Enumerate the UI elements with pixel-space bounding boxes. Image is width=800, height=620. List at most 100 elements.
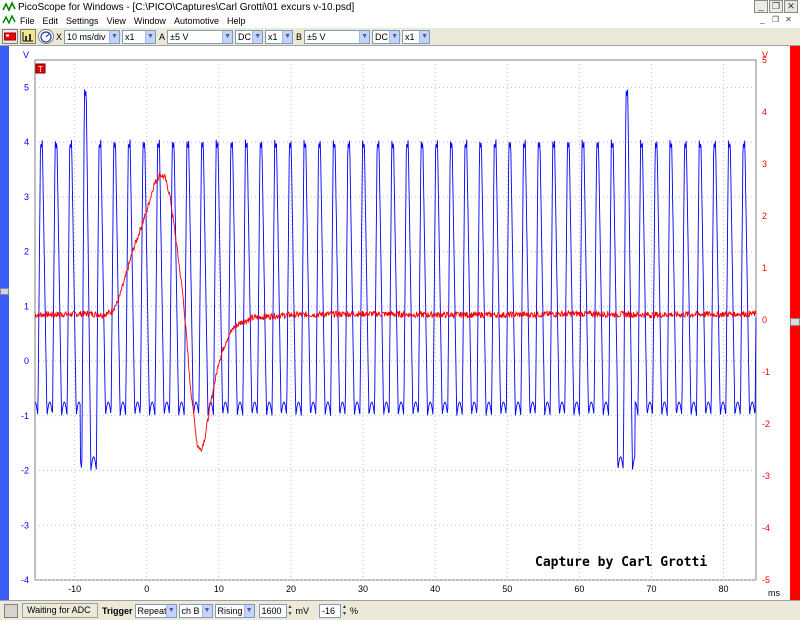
oscilloscope-chart: -10 0 10 20 30 40 50 60 70 80 ms543210-1-2-3-4V 543… <box>21 50 781 598</box>
left-y-tick-label: 3 <box>24 192 29 202</box>
document-wave-icon[interactable] <box>2 15 16 26</box>
x-tick-label: 50 <box>502 584 512 594</box>
channel-a-offset-handle[interactable] <box>0 288 9 295</box>
channel-b-mult-value: x1 <box>405 31 415 42</box>
trigger-edge-select[interactable]: Rising ▼ <box>214 603 255 618</box>
minimize-button[interactable]: _ <box>754 0 768 13</box>
trigger-mode-select[interactable]: Repeat ▼ <box>134 603 177 618</box>
scope-icon <box>4 32 16 41</box>
right-y-tick-label: 2 <box>762 211 767 221</box>
left-y-tick-label: 4 <box>24 137 29 147</box>
restore-button[interactable]: ❐ <box>769 0 783 13</box>
channel-a-coupling-value: DC <box>238 31 252 42</box>
trigger-button[interactable] <box>38 29 54 44</box>
channel-b-mult-select[interactable]: x1 ▼ <box>402 29 431 44</box>
close-button[interactable]: ✕ <box>784 0 798 13</box>
mdi-restore-button[interactable]: ❐ <box>770 15 781 25</box>
channel-b-range-value: ±5 V <box>307 31 326 42</box>
channel-a-range-select[interactable]: ±5 V ▼ <box>167 29 234 44</box>
left-y-tick-label: -3 <box>21 520 29 530</box>
right-y-tick-label: -4 <box>762 523 770 533</box>
right-y-tick-label: -5 <box>762 575 770 585</box>
right-y-tick-label: 0 <box>762 315 767 325</box>
channel-a-range-value: ±5 V <box>170 31 189 42</box>
zoom-select[interactable]: x1 ▼ <box>122 29 157 44</box>
left-y-tick-label: 5 <box>24 82 29 92</box>
right-y-tick-label: -1 <box>762 367 770 377</box>
trigger-level-input[interactable]: 1600 <box>258 603 287 618</box>
timebase-value: 10 ms/div <box>67 31 106 42</box>
x-tick-label: 80 <box>719 584 729 594</box>
left-y-unit-label: V <box>23 50 29 60</box>
menu-edit[interactable]: Edit <box>39 16 63 26</box>
meter-mode-button[interactable] <box>20 29 36 44</box>
right-y-tick-label: 4 <box>762 107 767 117</box>
left-y-tick-label: -1 <box>21 411 29 421</box>
trigger-mode-value: Repeat <box>137 605 167 616</box>
chevron-down-icon: ▼ <box>166 604 176 617</box>
left-y-tick-label: 0 <box>24 356 29 366</box>
mdi-minimize-button[interactable]: _ <box>757 15 768 25</box>
x-tick-label: 40 <box>430 584 440 594</box>
scope-display[interactable]: -10 0 10 20 30 40 50 60 70 80 ms 5 4 3 2 1 0 -1 -2 -3 -4 V 5 4 3… <box>9 46 790 600</box>
channel-a-mult-select[interactable]: x1 ▼ <box>265 29 294 44</box>
menu-bar: File Edit Settings View Window Automotiv… <box>0 14 800 27</box>
x-tick-label: 0 <box>144 584 149 594</box>
chevron-down-icon: ▼ <box>222 30 233 43</box>
left-y-tick-label: 1 <box>24 301 29 311</box>
trigger-delay-input[interactable]: -16 <box>319 603 342 618</box>
channel-a-coupling-select[interactable]: DC ▼ <box>235 29 264 44</box>
trigger-source-select[interactable]: ch B ▼ <box>178 603 213 618</box>
chevron-down-icon: ▼ <box>252 30 263 43</box>
x-tick-label: -10 <box>68 584 81 594</box>
mdi-close-button[interactable]: ✕ <box>783 15 794 25</box>
trigger-level-stepper[interactable]: ▲ ▼ <box>288 604 295 618</box>
channel-b-range-select[interactable]: ±5 V ▼ <box>304 29 371 44</box>
channel-a-mult-value: x1 <box>268 31 278 42</box>
stopwatch-icon <box>40 30 52 43</box>
menu-view[interactable]: View <box>103 16 130 26</box>
timebase-select[interactable]: 10 ms/div ▼ <box>64 29 121 44</box>
left-y-tick-label: 2 <box>24 247 29 257</box>
channel-b-offset-rail[interactable] <box>790 46 800 600</box>
trigger-label: Trigger <box>102 605 133 616</box>
menu-window[interactable]: Window <box>130 16 170 26</box>
trigger-source-value: ch B <box>181 605 200 616</box>
picoscope-logo-icon <box>2 1 16 12</box>
menu-help[interactable]: Help <box>223 16 250 26</box>
chevron-down-icon: ▼ <box>201 604 212 617</box>
run-stop-button[interactable] <box>4 603 18 618</box>
acquisition-status: Waiting for ADC <box>22 603 98 618</box>
channel-b-offset-handle[interactable] <box>790 318 800 326</box>
x-tick-label: 70 <box>646 584 656 594</box>
channel-a-trace <box>34 89 757 471</box>
x-axis-unit-label: ms <box>768 588 780 598</box>
trigger-delay-unit: % <box>350 605 359 616</box>
channel-a-label: A <box>159 31 166 42</box>
plot-frame <box>34 59 757 581</box>
right-y-tick-label: -3 <box>762 471 770 481</box>
channel-a-offset-rail[interactable] <box>0 46 9 600</box>
close-trace-button[interactable]: X <box>56 32 62 42</box>
trigger-level-unit: mV <box>295 605 310 616</box>
right-y-tick-label: -2 <box>762 419 770 429</box>
chevron-down-icon: ▼ <box>145 30 156 43</box>
channel-b-label: B <box>296 31 303 42</box>
x-tick-label: 30 <box>358 584 368 594</box>
trigger-delay-stepper[interactable]: ▲ ▼ <box>342 604 349 618</box>
title-bar: PicoScope for Windows - [C:\PICO\Capture… <box>0 0 800 14</box>
menu-file[interactable]: File <box>16 16 39 26</box>
status-bar: Waiting for ADC Trigger Repeat ▼ ch B ▼ … <box>0 600 800 620</box>
zoom-value: x1 <box>125 31 135 42</box>
left-y-tick-label: -4 <box>21 575 29 585</box>
x-tick-label: 10 <box>214 584 224 594</box>
menu-automotive[interactable]: Automotive <box>170 16 223 26</box>
right-y-tick-label: 1 <box>762 263 767 273</box>
window-title: PicoScope for Windows - [C:\PICO\Capture… <box>18 1 355 13</box>
scope-mode-button[interactable] <box>2 29 18 44</box>
chevron-down-icon: ▼ <box>282 30 293 43</box>
channel-b-coupling-select[interactable]: DC ▼ <box>372 29 401 44</box>
trigger-edge-value: Rising <box>217 605 243 616</box>
menu-settings[interactable]: Settings <box>62 16 103 26</box>
toolbar: X 10 ms/div ▼ x1 ▼ A ±5 V ▼ DC ▼ x1 ▼ B … <box>0 27 800 46</box>
